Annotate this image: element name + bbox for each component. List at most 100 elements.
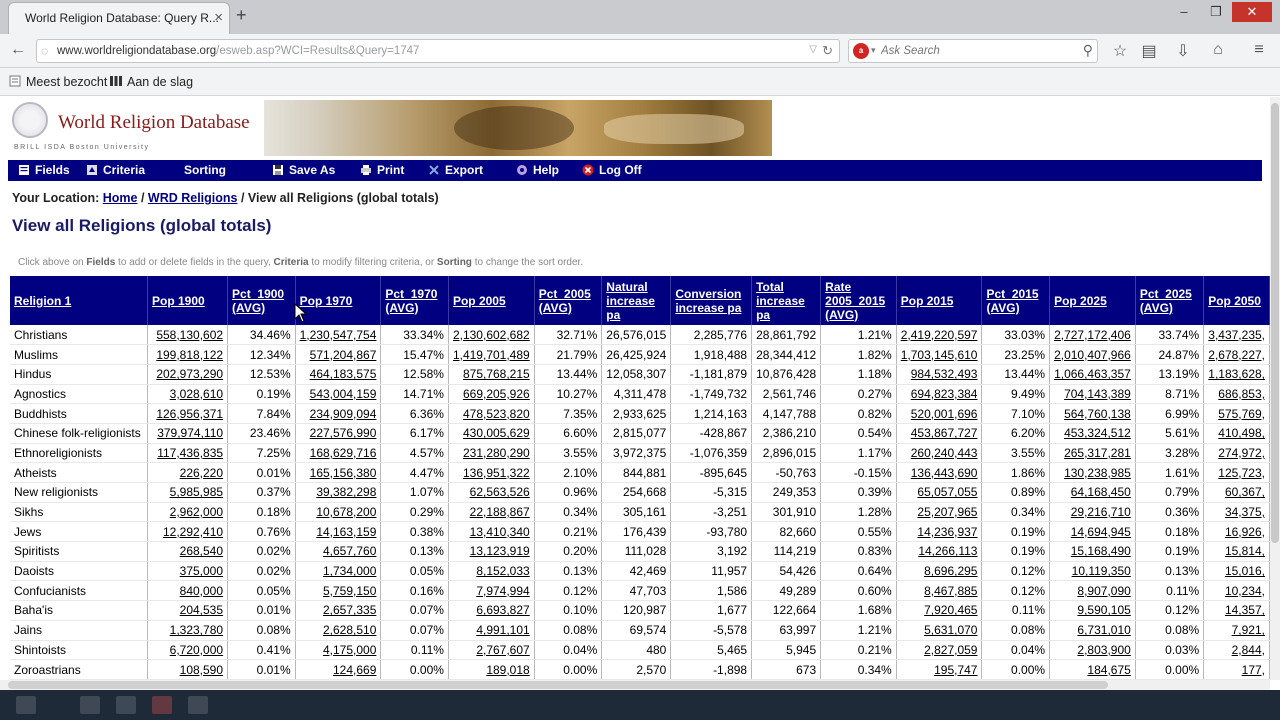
menu-criteria[interactable]: Criteria [86,163,145,177]
table-cell[interactable]: 227,576,990 [295,423,382,444]
table-cell[interactable]: 4,175,000 [295,640,382,661]
taskbar-app-icon[interactable] [80,696,100,714]
table-cell[interactable]: 14,163,159 [295,521,382,543]
bookmark-star-icon[interactable]: ☆ [1110,41,1130,61]
tab-close-icon[interactable]: × [214,9,223,26]
horizontal-scrollbar-thumb[interactable] [8,681,1108,689]
table-cell[interactable]: 10,119,350 [1049,561,1136,582]
search-engine-icon[interactable]: a [853,43,869,59]
table-cell[interactable]: 22,188,867 [448,502,535,523]
table-cell[interactable]: 2,628,510 [295,620,382,641]
table-cell[interactable]: 5,759,150 [295,580,382,602]
table-cell[interactable]: 4,657,760 [295,541,382,562]
table-cell[interactable]: 268,540 [147,541,229,562]
table-cell[interactable]: 165,156,380 [295,462,382,483]
table-cell[interactable]: 65,057,055 [896,482,983,503]
column-header[interactable]: Natural increase pa [601,276,672,325]
table-cell[interactable]: 564,760,138 [1049,403,1136,424]
table-cell[interactable]: 2,130,602,682 [448,325,535,346]
table-cell[interactable]: 14,266,113 [896,541,983,562]
table-cell[interactable]: 117,436,835 [147,443,229,464]
table-cell[interactable]: 1,419,701,489 [448,344,535,365]
table-cell[interactable]: 136,443,690 [896,462,983,483]
table-cell[interactable]: 62,563,526 [448,482,535,503]
table-cell[interactable]: 34,375, [1203,502,1270,523]
table-cell[interactable]: 2,844, [1203,640,1270,661]
column-header[interactable]: Pop 1900 [147,276,229,325]
table-cell[interactable]: 16,926, [1203,521,1270,543]
table-cell[interactable]: 2,962,000 [147,502,229,523]
table-cell[interactable]: 10,678,200 [295,502,382,523]
table-cell[interactable]: 1,734,000 [295,561,382,582]
table-cell[interactable]: 1,703,145,610 [896,344,983,365]
table-cell[interactable]: 1,230,547,754 [295,325,382,346]
table-cell[interactable]: 13,410,340 [448,521,535,543]
table-cell[interactable]: 199,818,122 [147,344,229,365]
table-cell[interactable]: 558,130,602 [147,325,229,346]
bookmark-getting-started[interactable]: Aan de slag [109,74,193,89]
table-cell[interactable]: 669,205,926 [448,384,535,405]
table-cell[interactable]: 375,000 [147,561,229,582]
table-cell[interactable]: 520,001,696 [896,403,983,424]
table-cell[interactable]: 108,590 [147,659,229,680]
table-cell[interactable]: 430,005,629 [448,423,535,444]
table-cell[interactable]: 8,467,885 [896,580,983,602]
home-icon[interactable]: ⌂ [1208,41,1228,59]
vertical-scrollbar-thumb[interactable] [1271,103,1279,543]
table-cell[interactable]: 177, [1203,659,1270,680]
menu-print[interactable]: Print [360,163,404,177]
back-arrow-icon[interactable]: ← [10,41,26,59]
menu-help[interactable]: Help [516,163,559,177]
table-cell[interactable]: 686,853, [1203,384,1270,405]
column-header[interactable]: Pop 2050 [1203,276,1270,325]
column-header[interactable]: Religion 1 [10,276,148,325]
table-cell[interactable]: 6,693,827 [448,600,535,621]
table-cell[interactable]: 2,803,900 [1049,640,1136,661]
search-go-icon[interactable]: ⚲ [1083,42,1093,59]
menu-sorting[interactable]: Sorting [184,163,226,177]
column-header[interactable]: Pct_2015 (AVG) [981,276,1051,325]
new-tab-icon[interactable]: + [236,5,247,26]
taskbar-app-icon[interactable] [152,696,172,714]
search-engine-caret-icon[interactable]: ▾ [871,45,876,56]
column-header[interactable]: Pop 2015 [896,276,983,325]
table-cell[interactable]: 231,280,290 [448,443,535,464]
reload-icon[interactable]: ↻ [822,43,833,59]
table-cell[interactable]: 14,694,945 [1049,521,1136,543]
table-cell[interactable]: 571,204,867 [295,344,382,365]
column-header[interactable]: Pct_2025 (AVG) [1135,276,1205,325]
column-header[interactable]: Total increase pa [751,276,822,325]
site-logo[interactable]: World Religion Database BRILL ISDA Bosto… [12,100,262,156]
table-cell[interactable]: 39,382,298 [295,482,382,503]
hamburger-menu-icon[interactable]: ≡ [1249,41,1269,59]
table-cell[interactable]: 7,974,994 [448,580,535,602]
close-window-icon[interactable]: ✕ [1232,2,1272,22]
table-cell[interactable]: 6,720,000 [147,640,229,661]
table-cell[interactable]: 124,669 [295,659,382,680]
table-cell[interactable]: 2,419,220,597 [896,325,983,346]
column-header[interactable]: Pct_1900 (AVG) [227,276,296,325]
table-cell[interactable]: 704,143,389 [1049,384,1136,405]
url-dropdown-icon[interactable]: ▽ [809,44,817,55]
table-cell[interactable]: 184,675 [1049,659,1136,680]
table-cell[interactable]: 15,016, [1203,561,1270,582]
breadcrumb-home-link[interactable]: Home [103,191,138,205]
table-cell[interactable]: 464,183,575 [295,364,382,385]
menu-export[interactable]: Export [428,163,483,177]
table-cell[interactable]: 15,168,490 [1049,541,1136,562]
table-cell[interactable]: 2,827,059 [896,640,983,661]
table-cell[interactable]: 543,004,159 [295,384,382,405]
table-cell[interactable]: 984,532,493 [896,364,983,385]
column-header[interactable]: Pop 2025 [1049,276,1136,325]
browser-tab[interactable]: World Religion Database: Query R... × [8,2,230,34]
table-cell[interactable]: 7,921, [1203,620,1270,641]
table-cell[interactable]: 1,066,463,357 [1049,364,1136,385]
table-cell[interactable]: 125,723, [1203,462,1270,483]
table-cell[interactable]: 1,323,780 [147,620,229,641]
table-cell[interactable]: 875,768,215 [448,364,535,385]
maximize-icon[interactable]: ❐ [1200,2,1232,22]
table-cell[interactable]: 2,678,227, [1203,344,1270,365]
table-cell[interactable]: 202,973,290 [147,364,229,385]
table-cell[interactable]: 14,236,937 [896,521,983,543]
download-icon[interactable]: ⇩ [1173,41,1193,61]
